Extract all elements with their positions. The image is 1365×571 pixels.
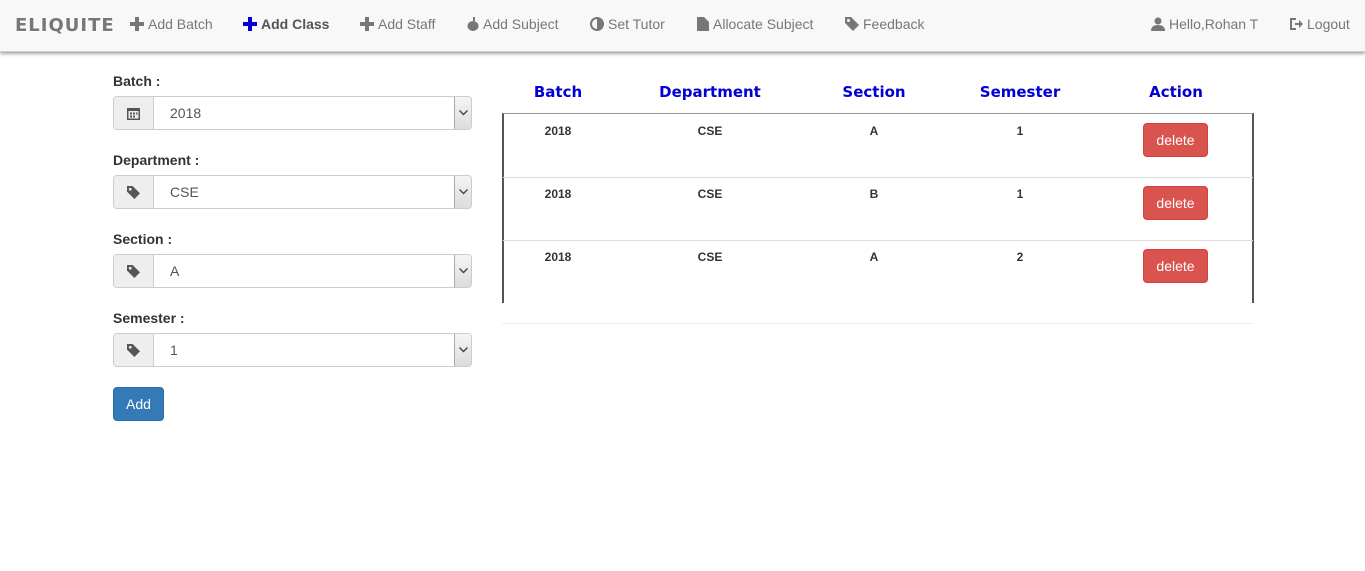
nav-set-tutor-label: Set Tutor: [608, 16, 665, 32]
cell-department: CSE: [697, 124, 723, 138]
brand-logo[interactable]: ELIQUITE: [15, 15, 115, 36]
header-semester: Semester: [979, 83, 1061, 101]
batch-select[interactable]: 2018: [113, 96, 472, 130]
header-section: Section: [842, 83, 906, 101]
nav-user[interactable]: Hello,Rohan T: [1151, 16, 1258, 32]
nav-feedback[interactable]: Feedback: [845, 16, 924, 32]
nav-add-staff-label: Add Staff: [378, 16, 436, 32]
section-select-value: A: [170, 263, 180, 279]
semester-select-value: 1: [170, 342, 178, 358]
nav-add-subject[interactable]: Add Subject: [467, 16, 559, 32]
header-action: Action: [1149, 83, 1203, 101]
cell-department: CSE: [697, 187, 723, 201]
table-bottom-divider: [502, 323, 1254, 324]
delete-button[interactable]: delete: [1143, 249, 1208, 283]
cell-section: A: [869, 250, 879, 264]
nav-add-batch[interactable]: Add Batch: [130, 16, 213, 32]
plus-icon: [360, 17, 374, 31]
nav-set-tutor[interactable]: Set Tutor: [590, 16, 665, 32]
nav-user-label: Hello,Rohan T: [1169, 16, 1259, 32]
delete-button[interactable]: delete: [1143, 186, 1208, 220]
cell-section: A: [869, 124, 879, 138]
class-table: [502, 113, 1254, 303]
chevron-down-icon[interactable]: [454, 334, 471, 366]
nav-logout-label: Logout: [1307, 16, 1350, 32]
department-label: Department :: [113, 152, 200, 168]
apple-icon: [467, 17, 479, 31]
cell-semester: 1: [1016, 187, 1024, 201]
nav-allocate-subject-label: Allocate Subject: [713, 16, 814, 32]
semester-select[interactable]: 1: [113, 333, 472, 367]
file-icon: [697, 17, 709, 31]
logout-icon: [1289, 17, 1303, 31]
top-navbar: ELIQUITE Add Batch Add Class Add Staff A…: [0, 0, 1365, 52]
cell-semester: 2: [1016, 250, 1024, 264]
nav-add-subject-label: Add Subject: [483, 16, 559, 32]
semester-label: Semester :: [113, 310, 185, 326]
tag-icon: [114, 334, 154, 366]
chevron-down-icon[interactable]: [454, 255, 471, 287]
nav-logout[interactable]: Logout: [1289, 16, 1350, 32]
header-department: Department: [659, 83, 761, 101]
cell-semester: 1: [1016, 124, 1024, 138]
adjust-icon: [590, 17, 604, 31]
department-select-value: CSE: [170, 184, 199, 200]
nav-add-staff[interactable]: Add Staff: [360, 16, 435, 32]
cell-section: B: [869, 187, 879, 201]
nav-feedback-label: Feedback: [863, 16, 925, 32]
tag-icon: [114, 176, 154, 208]
delete-button[interactable]: delete: [1143, 123, 1208, 157]
nav-add-class[interactable]: Add Class: [243, 16, 329, 32]
section-label: Section :: [113, 231, 173, 247]
tag-icon: [114, 255, 154, 287]
batch-label: Batch :: [113, 73, 161, 89]
calendar-icon: [114, 97, 154, 129]
add-button[interactable]: Add: [113, 387, 164, 421]
plus-icon: [243, 17, 257, 31]
chevron-down-icon[interactable]: [454, 176, 471, 208]
cell-batch: 2018: [544, 124, 572, 138]
header-batch: Batch: [533, 83, 583, 101]
plus-icon: [130, 17, 144, 31]
batch-select-value: 2018: [170, 105, 202, 121]
cell-department: CSE: [697, 250, 723, 264]
section-select[interactable]: A: [113, 254, 472, 288]
cell-batch: 2018: [544, 250, 572, 264]
chevron-down-icon[interactable]: [454, 97, 471, 129]
department-select[interactable]: CSE: [113, 175, 472, 209]
nav-allocate-subject[interactable]: Allocate Subject: [697, 16, 813, 32]
nav-add-class-label: Add Class: [261, 16, 330, 32]
tag-icon: [845, 17, 859, 31]
row-divider: [503, 177, 1253, 178]
cell-batch: 2018: [544, 187, 572, 201]
user-icon: [1151, 17, 1165, 31]
row-divider: [503, 240, 1253, 241]
nav-add-batch-label: Add Batch: [148, 16, 213, 32]
